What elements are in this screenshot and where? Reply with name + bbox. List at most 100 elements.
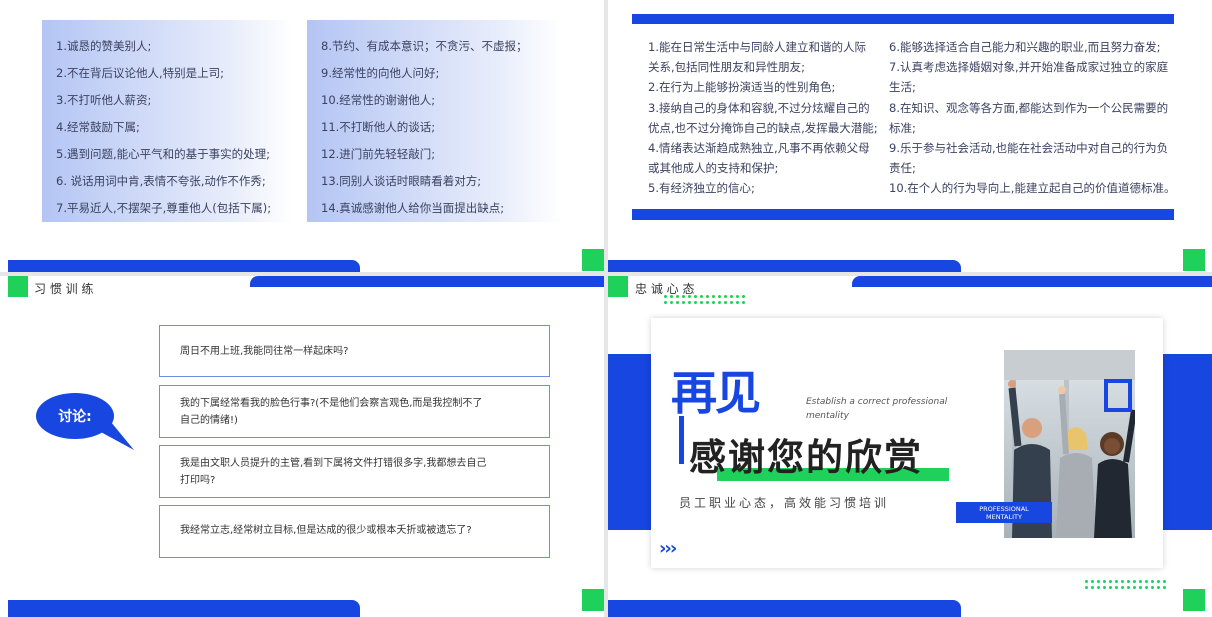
header-bar bbox=[852, 276, 1212, 287]
decor-dot bbox=[670, 295, 673, 298]
decor-dot bbox=[1085, 580, 1088, 583]
title-accent-bar bbox=[679, 416, 684, 464]
left-list-box: 1.诚恳的赞美别人; 2.不在背后议论他人,特别是上司; 3.不打听他人薪资; … bbox=[42, 20, 294, 222]
corner-square bbox=[582, 249, 604, 271]
photo-frame-accent bbox=[1104, 379, 1132, 412]
slide-thanks: 忠 诚 心 态 再见 Establish a correct professio… bbox=[608, 276, 1212, 617]
text-line: 生活; bbox=[889, 80, 916, 95]
list-item: 11.不打断他人的谈话; bbox=[321, 120, 436, 134]
decor-dot bbox=[706, 301, 709, 304]
decor-dot bbox=[1163, 586, 1166, 589]
decor-dot bbox=[1157, 580, 1160, 583]
text-line: 3.接纳自己的身体和容貌,不过分炫耀自己的 bbox=[648, 100, 870, 115]
list-item: 4.经常鼓励下属; bbox=[56, 120, 140, 134]
decor-dot bbox=[1133, 580, 1136, 583]
decor-dot bbox=[1109, 580, 1112, 583]
badge-line: MENTALITY bbox=[986, 513, 1022, 521]
question-text: 我是由文职人员提升的主管,看到下属将文件打错很多字,我都想去自己 打印吗? bbox=[180, 455, 549, 489]
text-line: 9.乐于参与社会活动,也能在社会活动中对自己的行为负 bbox=[889, 141, 1169, 156]
decor-dot bbox=[1109, 586, 1112, 589]
text-line: 或其他成人的支持和保护; bbox=[648, 161, 779, 176]
question-text: 周日不用上班,我能同往常一样起床吗? bbox=[180, 346, 349, 357]
text-line: 8.在知识、观念等各方面,都能达到作为一个公民需要的 bbox=[889, 100, 1169, 115]
corner-square bbox=[1183, 249, 1205, 271]
question-line: 我的下属经常看我的脸色行事?(不是他们会察言观色,而是我控制不了 bbox=[180, 398, 483, 409]
decor-dot bbox=[1145, 586, 1148, 589]
list-item: 10.经常性的谢谢他人; bbox=[321, 93, 436, 107]
list-item: 6. 说话用词中肯,表情不夸张,动作不作秀; bbox=[56, 174, 266, 188]
dot-pattern-top bbox=[664, 295, 745, 304]
decor-dot bbox=[676, 301, 679, 304]
bottom-bar bbox=[632, 209, 1174, 220]
question-box: 我是由文职人员提升的主管,看到下属将文件打错很多字,我都想去自己 打印吗? bbox=[159, 445, 550, 498]
question-box: 我的下属经常看我的脸色行事?(不是他们会察言观色,而是我控制不了 自己的情绪!) bbox=[159, 385, 550, 438]
decor-dot bbox=[1103, 586, 1106, 589]
text-line: 优点,也不过分掩饰自己的缺点,发挥最大潜能; bbox=[648, 120, 878, 135]
subtitle: 员工职业心态，高效能习惯培训 bbox=[679, 496, 890, 510]
list-item: 5.遇到问题,能心平气和的基于事实的处理; bbox=[56, 147, 271, 161]
slide-title: 习 惯 训 练 bbox=[34, 282, 94, 296]
text-line: 5.有经济独立的信心; bbox=[648, 181, 755, 196]
badge-line: PROFESSIONAL bbox=[979, 505, 1029, 513]
slide-etiquette-list: 1.诚恳的赞美别人; 2.不在背后议论他人,特别是上司; 3.不打听他人薪资; … bbox=[0, 0, 604, 272]
footer-bar bbox=[608, 260, 961, 272]
right-list-box: 8.节约、有成本意识；不贪污、不虚报； 9.经常性的向他人问好; 10.经常性的… bbox=[307, 20, 562, 222]
left-column: 1.能在日常生活中与同龄人建立和谐的人际 关系,包括同性朋友和异性朋友; 2.在… bbox=[648, 37, 908, 199]
decor-dot bbox=[730, 295, 733, 298]
decor-dot bbox=[700, 301, 703, 304]
footer-bar bbox=[8, 600, 360, 617]
decor-dot bbox=[742, 301, 745, 304]
decor-dot bbox=[718, 295, 721, 298]
decor-dot bbox=[1163, 580, 1166, 583]
list-item: 7.平易近人,不摆架子,尊重他人(包括下属); bbox=[56, 201, 272, 215]
english-tagline: Establish a correct professional mentali… bbox=[806, 395, 947, 423]
top-bar bbox=[632, 14, 1174, 24]
text-line: 10.在个人的行为导向上,能建立起自己的价值道德标准。 bbox=[889, 181, 1176, 196]
decor-dot bbox=[676, 295, 679, 298]
decor-dot bbox=[700, 295, 703, 298]
decor-dot bbox=[1097, 586, 1100, 589]
decor-dot bbox=[1115, 586, 1118, 589]
decor-dot bbox=[730, 301, 733, 304]
list-item: 1.诚恳的赞美别人; bbox=[56, 39, 152, 53]
question-text: 我的下属经常看我的脸色行事?(不是他们会察言观色,而是我控制不了 自己的情绪!) bbox=[180, 395, 549, 429]
list-item: 2.不在背后议论他人,特别是上司; bbox=[56, 66, 225, 80]
corner-square bbox=[1183, 589, 1205, 611]
tagline-line: Establish a correct professional bbox=[806, 397, 948, 407]
text-line: 责任; bbox=[889, 161, 916, 176]
text-line: 关系,包括同性朋友和异性朋友; bbox=[648, 60, 806, 75]
question-text: 我经常立志,经常树立目标,但是达成的很少或根本夭折或被遗忘了? bbox=[180, 525, 472, 536]
decor-dot bbox=[724, 295, 727, 298]
list-item: 12.进门前先轻轻敲门; bbox=[321, 147, 436, 161]
decor-dot bbox=[688, 295, 691, 298]
decor-dot bbox=[664, 295, 667, 298]
title-square bbox=[8, 276, 28, 297]
header-bar bbox=[250, 276, 604, 287]
decor-dot bbox=[712, 301, 715, 304]
decor-dot bbox=[682, 295, 685, 298]
decor-dot bbox=[1121, 580, 1124, 583]
decor-dot bbox=[736, 301, 739, 304]
decor-dot bbox=[1157, 586, 1160, 589]
list-item: 8.节约、有成本意识；不贪污、不虚报； bbox=[321, 39, 528, 53]
text-line: 6.能够选择适合自己能力和兴趣的职业,而且努力奋发; bbox=[889, 40, 1161, 54]
text-line: 4.情绪表达渐趋成熟独立,凡事不再依赖父母 bbox=[648, 141, 870, 156]
text-line: 2.在行为上能够扮演适当的性别角色; bbox=[648, 80, 836, 95]
thanks-heading: 感谢您的欣赏 bbox=[689, 436, 923, 479]
decor-dot bbox=[724, 301, 727, 304]
arrows-icon: ››› bbox=[659, 538, 677, 559]
thanks-card: 再见 Establish a correct professional ment… bbox=[651, 318, 1163, 568]
slide-maturity-list: 1.能在日常生活中与同龄人建立和谐的人际 关系,包括同性朋友和异性朋友; 2.在… bbox=[608, 0, 1212, 272]
decor-dot bbox=[706, 295, 709, 298]
big-title: 再见 bbox=[671, 366, 761, 420]
decor-dot bbox=[718, 301, 721, 304]
text-line: 1.能在日常生活中与同龄人建立和谐的人际 bbox=[648, 40, 866, 54]
footer-bar bbox=[8, 260, 360, 272]
discussion-bubble: 讨论: bbox=[36, 393, 114, 439]
decor-dot bbox=[736, 295, 739, 298]
list-item: 9.经常性的向他人问好; bbox=[321, 66, 440, 80]
decor-dot bbox=[664, 301, 667, 304]
decor-dot bbox=[1151, 586, 1154, 589]
decor-dot bbox=[1151, 580, 1154, 583]
decor-dot bbox=[1139, 586, 1142, 589]
